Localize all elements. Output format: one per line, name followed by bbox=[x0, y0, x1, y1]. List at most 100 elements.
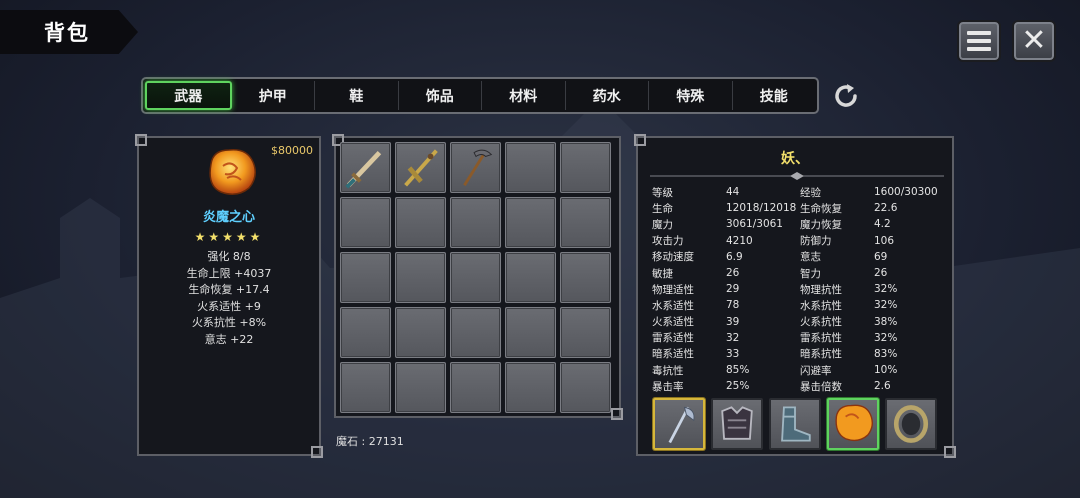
close-button[interactable]: ✕ bbox=[1012, 20, 1056, 62]
stat-label: 火系适性 bbox=[652, 316, 694, 329]
inventory-slot[interactable] bbox=[450, 197, 501, 248]
equip-slot-armor[interactable] bbox=[711, 398, 763, 450]
inventory-slot[interactable] bbox=[505, 362, 556, 413]
inventory-slot[interactable] bbox=[450, 362, 501, 413]
inventory-slot[interactable] bbox=[395, 197, 446, 248]
equip-slot-weapon[interactable] bbox=[653, 398, 705, 450]
stat-value: 69 bbox=[874, 250, 888, 263]
stat-value: 4.2 bbox=[874, 218, 891, 231]
inventory-slot[interactable] bbox=[395, 142, 446, 193]
stat-value: 25% bbox=[726, 380, 750, 393]
stat-value: 78 bbox=[726, 299, 740, 312]
item-detail-panel: $80000 炎魔之心 ★★★★★ 强化 8/8 生命上限 +4037 生命恢复… bbox=[135, 134, 323, 458]
stat-label: 物理适性 bbox=[652, 283, 694, 296]
stat-row: 移动速度 6.9 意志 69 bbox=[652, 249, 948, 265]
stat-value: 38% bbox=[874, 315, 898, 328]
inventory-slot[interactable] bbox=[340, 362, 391, 413]
inventory-slot[interactable] bbox=[450, 142, 501, 193]
inventory-slot[interactable] bbox=[340, 197, 391, 248]
stat-row: 暗系适性 33 暗系抗性 83% bbox=[652, 346, 948, 362]
item-star-rating: ★★★★★ bbox=[194, 230, 264, 244]
tab-armor[interactable]: 护甲 bbox=[232, 81, 315, 110]
equip-slot-boots[interactable] bbox=[769, 398, 821, 450]
inventory-slot[interactable] bbox=[340, 307, 391, 358]
refresh-button[interactable] bbox=[829, 79, 863, 113]
stat-value: 2.6 bbox=[874, 380, 891, 393]
stat-value: 1600/30300 bbox=[874, 186, 938, 199]
tab-potion[interactable]: 药水 bbox=[566, 81, 649, 110]
item-price: $80000 bbox=[271, 144, 313, 157]
stat-label: 智力 bbox=[800, 267, 821, 280]
stat-label: 暴击倍数 bbox=[800, 380, 842, 393]
stat-label: 移动速度 bbox=[652, 251, 694, 264]
tab-shoes[interactable]: 鞋 bbox=[315, 81, 399, 110]
stat-value: 106 bbox=[874, 234, 895, 247]
inventory-slot[interactable] bbox=[395, 307, 446, 358]
hamburger-icon bbox=[967, 31, 991, 51]
equip-slot-ring[interactable] bbox=[885, 398, 937, 450]
character-panel: 妖、 等级 44 经验 1600/30300 生命 12018/12018 生命恢复 22.6… bbox=[634, 134, 956, 458]
pickaxe-icon bbox=[463, 149, 493, 187]
stat-row: 等级 44 经验 1600/30300 bbox=[652, 184, 948, 200]
stat-row: 水系适性 78 水系抗性 32% bbox=[652, 297, 948, 313]
stat-label: 攻击力 bbox=[652, 235, 684, 248]
tab-weapon[interactable]: 武器 bbox=[145, 81, 232, 110]
inventory-slot[interactable] bbox=[560, 252, 611, 303]
stat-label: 生命 bbox=[652, 202, 673, 215]
stat-label: 雷系抗性 bbox=[800, 332, 842, 345]
tab-skill[interactable]: 技能 bbox=[733, 81, 816, 110]
ring-icon bbox=[893, 405, 929, 443]
stat-label: 生命恢复 bbox=[800, 202, 842, 215]
stat-label: 魔力 bbox=[652, 218, 673, 231]
stat-label: 雷系适性 bbox=[652, 332, 694, 345]
inventory-slot[interactable] bbox=[395, 362, 446, 413]
inventory-slot[interactable] bbox=[505, 307, 556, 358]
stat-row: 生命 12018/12018 生命恢复 22.6 bbox=[652, 200, 948, 216]
stat-label: 意志 bbox=[800, 251, 821, 264]
stat-row: 毒抗性 85% 闪避率 10% bbox=[652, 362, 948, 378]
equip-slot-accessory[interactable] bbox=[827, 398, 879, 450]
stat-value: 29 bbox=[726, 283, 740, 296]
inventory-slot[interactable] bbox=[450, 252, 501, 303]
inventory-slot[interactable] bbox=[560, 142, 611, 193]
tab-material[interactable]: 材料 bbox=[482, 81, 566, 110]
inventory-slot[interactable] bbox=[505, 142, 556, 193]
inventory-slot[interactable] bbox=[340, 142, 391, 193]
stat-value: 32% bbox=[874, 283, 898, 296]
inventory-slot[interactable] bbox=[560, 307, 611, 358]
inventory-slot[interactable] bbox=[395, 252, 446, 303]
stat-value: 32% bbox=[874, 299, 898, 312]
stat-value: 85% bbox=[726, 364, 750, 377]
stat-value: 39 bbox=[726, 315, 740, 328]
stat-value: 33 bbox=[726, 347, 740, 360]
title-banner: 背包 bbox=[0, 10, 138, 54]
inventory-grid bbox=[340, 142, 615, 413]
stat-value: 10% bbox=[874, 364, 898, 377]
inventory-slot[interactable] bbox=[340, 252, 391, 303]
page-title: 背包 bbox=[44, 21, 90, 45]
stat-row: 火系适性 39 火系抗性 38% bbox=[652, 314, 948, 330]
stat-value: 83% bbox=[874, 347, 898, 360]
inventory-slot[interactable] bbox=[560, 197, 611, 248]
stat-label: 暴击率 bbox=[652, 380, 684, 393]
stat-label: 暗系适性 bbox=[652, 348, 694, 361]
inventory-slot[interactable] bbox=[505, 197, 556, 248]
axe-icon bbox=[668, 406, 695, 444]
stat-value: 22.6 bbox=[874, 202, 898, 215]
item-stat: 火系抗性 +8% bbox=[191, 316, 267, 329]
tab-special[interactable]: 特殊 bbox=[649, 81, 733, 110]
inventory-slot[interactable] bbox=[505, 252, 556, 303]
menu-button[interactable] bbox=[957, 20, 1001, 62]
stat-row: 敏捷 26 智力 26 bbox=[652, 265, 948, 281]
stat-value: 26 bbox=[726, 267, 740, 280]
tab-accessory[interactable]: 饰品 bbox=[399, 81, 482, 110]
inventory-slot[interactable] bbox=[560, 362, 611, 413]
character-name: 妖、 bbox=[781, 151, 809, 167]
stat-label: 等级 bbox=[652, 186, 673, 199]
item-stat: 强化 8/8 bbox=[207, 250, 251, 263]
refresh-icon bbox=[835, 84, 857, 107]
inventory-slot[interactable] bbox=[450, 307, 501, 358]
armor-icon bbox=[721, 406, 753, 440]
stat-row: 魔力 3061/3061 魔力恢复 4.2 bbox=[652, 216, 948, 232]
stat-value: 4210 bbox=[726, 234, 753, 247]
